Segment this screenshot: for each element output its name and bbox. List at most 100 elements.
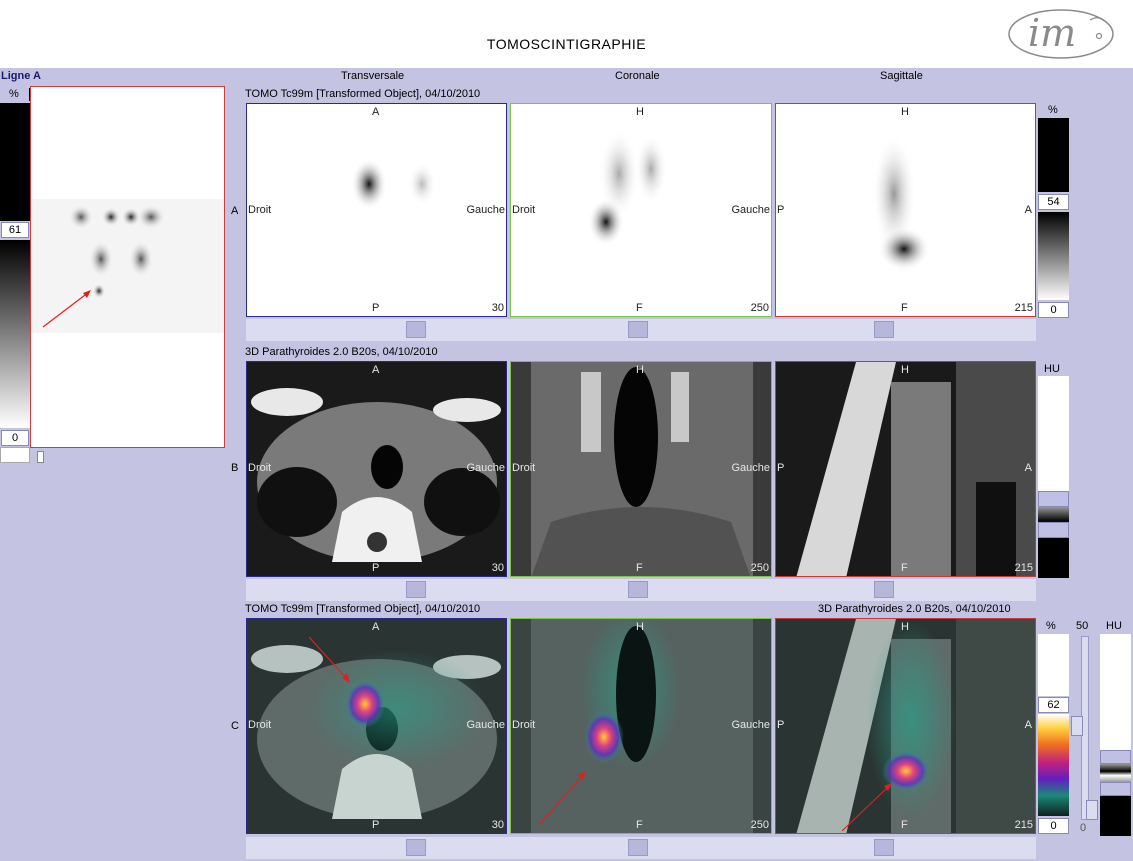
view-label-right: Gauche (466, 719, 505, 731)
view-c-sagittal[interactable]: H F P A 215 (775, 618, 1036, 834)
fusion-min: 0 (1080, 822, 1087, 834)
view-label-right: Gauche (731, 462, 770, 474)
view-slice-number: 250 (750, 562, 769, 574)
view-label-top: A (372, 364, 380, 376)
view-label-right: A (1024, 462, 1032, 474)
title-bar (0, 0, 1133, 68)
row-b-window-lower[interactable] (1038, 522, 1069, 538)
row-c-scale-min[interactable]: 0 (1038, 818, 1069, 834)
logo-icon: im (1008, 9, 1114, 59)
view-label-left: P (777, 462, 785, 474)
view-slice-number: 250 (750, 302, 769, 314)
view-slice-number: 250 (750, 819, 769, 831)
view-label-left: Droit (248, 719, 272, 731)
left-scale-slider[interactable] (0, 447, 30, 463)
row-b-scrollbar[interactable] (246, 579, 1036, 601)
row-b-scale-unit: HU (1044, 363, 1060, 375)
view-label-bottom: P (372, 819, 380, 831)
row-a-scrollbar[interactable] (246, 319, 1036, 341)
row-a-scale-unit: % (1048, 104, 1058, 116)
scroll-thumb-sagittal[interactable] (874, 581, 894, 598)
scroll-thumb-transverse[interactable] (406, 839, 426, 856)
view-label-top: H (901, 106, 909, 118)
left-colorbar-top (0, 103, 30, 221)
svg-text:im: im (1028, 11, 1076, 55)
view-label-top: H (636, 621, 644, 633)
view-label-right: A (1024, 719, 1032, 731)
colorbar-gray-icon (1100, 634, 1131, 836)
view-label-bottom: P (372, 302, 380, 314)
view-c-transverse[interactable]: A P Droit Gauche 30 (246, 618, 507, 834)
view-slice-number: 30 (491, 302, 504, 314)
view-label-top: A (372, 621, 380, 633)
view-a-transverse[interactable]: A P Droit Gauche 30 (246, 103, 507, 317)
left-mip-view[interactable]: D (30, 86, 225, 448)
scroll-thumb-sagittal[interactable] (874, 839, 894, 856)
view-b-sagittal[interactable]: H F P A 215 (775, 361, 1036, 577)
view-label-left: Droit (248, 462, 272, 474)
view-label-bottom: P (372, 562, 380, 574)
view-label-bottom: F (636, 562, 643, 574)
scroll-thumb-transverse[interactable] (406, 581, 426, 598)
row-c-window-upper[interactable] (1100, 750, 1131, 764)
arrow-annotation-icon (42, 290, 91, 328)
view-slice-number: 30 (491, 819, 504, 831)
row-label-a: A (231, 205, 239, 217)
view-label-top: H (636, 106, 644, 118)
view-label-left: Droit (512, 462, 536, 474)
row-c-window-lower[interactable] (1100, 782, 1131, 796)
view-label-right: A (1024, 204, 1032, 216)
fusion-slider-thumb[interactable] (1071, 716, 1083, 736)
view-slice-number: 215 (1014, 562, 1033, 574)
row-a-colorbar-top (1038, 118, 1069, 192)
view-label-right: Gauche (466, 204, 505, 216)
view-slice-number: 30 (491, 562, 504, 574)
header-transversale: Transversale (341, 70, 405, 82)
view-label-top: H (901, 621, 909, 633)
row-c-scale-unit: % (1046, 620, 1056, 632)
series-title-b: 3D Parathyroides 2.0 B20s, 04/10/2010 (245, 346, 438, 358)
left-scale-min[interactable]: 0 (1, 430, 29, 446)
view-label-left: P (777, 719, 785, 731)
scroll-thumb-sagittal[interactable] (874, 321, 894, 338)
row-c-hu-unit: HU (1106, 620, 1122, 632)
view-a-coronal[interactable]: H F Droit Gauche 250 (510, 103, 772, 317)
view-label-left: P (777, 204, 785, 216)
row-a-scale-value[interactable]: 54 (1038, 194, 1069, 210)
fusion-label: 50 (1076, 620, 1089, 632)
view-label-top: A (372, 106, 380, 118)
view-label-left: Droit (512, 719, 536, 731)
row-label-b: B (231, 462, 239, 474)
view-b-coronal[interactable]: H F Droit Gauche 250 (510, 361, 772, 577)
scroll-thumb-transverse[interactable] (406, 321, 426, 338)
view-b-transverse[interactable]: A P Droit Gauche 30 (246, 361, 507, 577)
row-a-scale-min[interactable]: 0 (1038, 302, 1069, 318)
scroll-thumb-coronal[interactable] (628, 839, 648, 856)
left-panel-header: Ligne A (1, 70, 41, 82)
view-label-right: Gauche (466, 462, 505, 474)
view-label-left: Droit (512, 204, 536, 216)
left-scale-value[interactable]: 61 (1, 222, 29, 238)
view-slice-number: 215 (1014, 819, 1033, 831)
window-title: TOMOSCINTIGRAPHIE (486, 36, 647, 52)
view-label-top: H (636, 364, 644, 376)
series-title-c-right: 3D Parathyroides 2.0 B20s, 04/10/2010 (818, 603, 1011, 615)
row-c-scale-value[interactable]: 62 (1038, 697, 1069, 713)
row-b-window-upper[interactable] (1038, 491, 1069, 507)
view-label-bottom: F (636, 819, 643, 831)
row-label-c: C (231, 720, 239, 732)
left-view-scroll[interactable] (37, 451, 44, 463)
scroll-thumb-coronal[interactable] (628, 321, 648, 338)
row-c-colorbar-top (1038, 634, 1069, 696)
view-a-sagittal[interactable]: H F P A 215 (775, 103, 1036, 317)
view-label-right: Gauche (731, 719, 770, 731)
fusion-slider-thumb-lower[interactable] (1086, 800, 1098, 820)
header-sagittale: Sagittale (880, 70, 923, 82)
view-c-coronal[interactable]: H F Droit Gauche 250 (510, 618, 772, 834)
view-label-bottom: F (901, 302, 908, 314)
view-slice-number: 215 (1014, 302, 1033, 314)
scroll-thumb-coronal[interactable] (628, 581, 648, 598)
view-label-top: H (901, 364, 909, 376)
row-c-scrollbar[interactable] (246, 837, 1036, 859)
left-scale-unit: % (9, 88, 19, 100)
